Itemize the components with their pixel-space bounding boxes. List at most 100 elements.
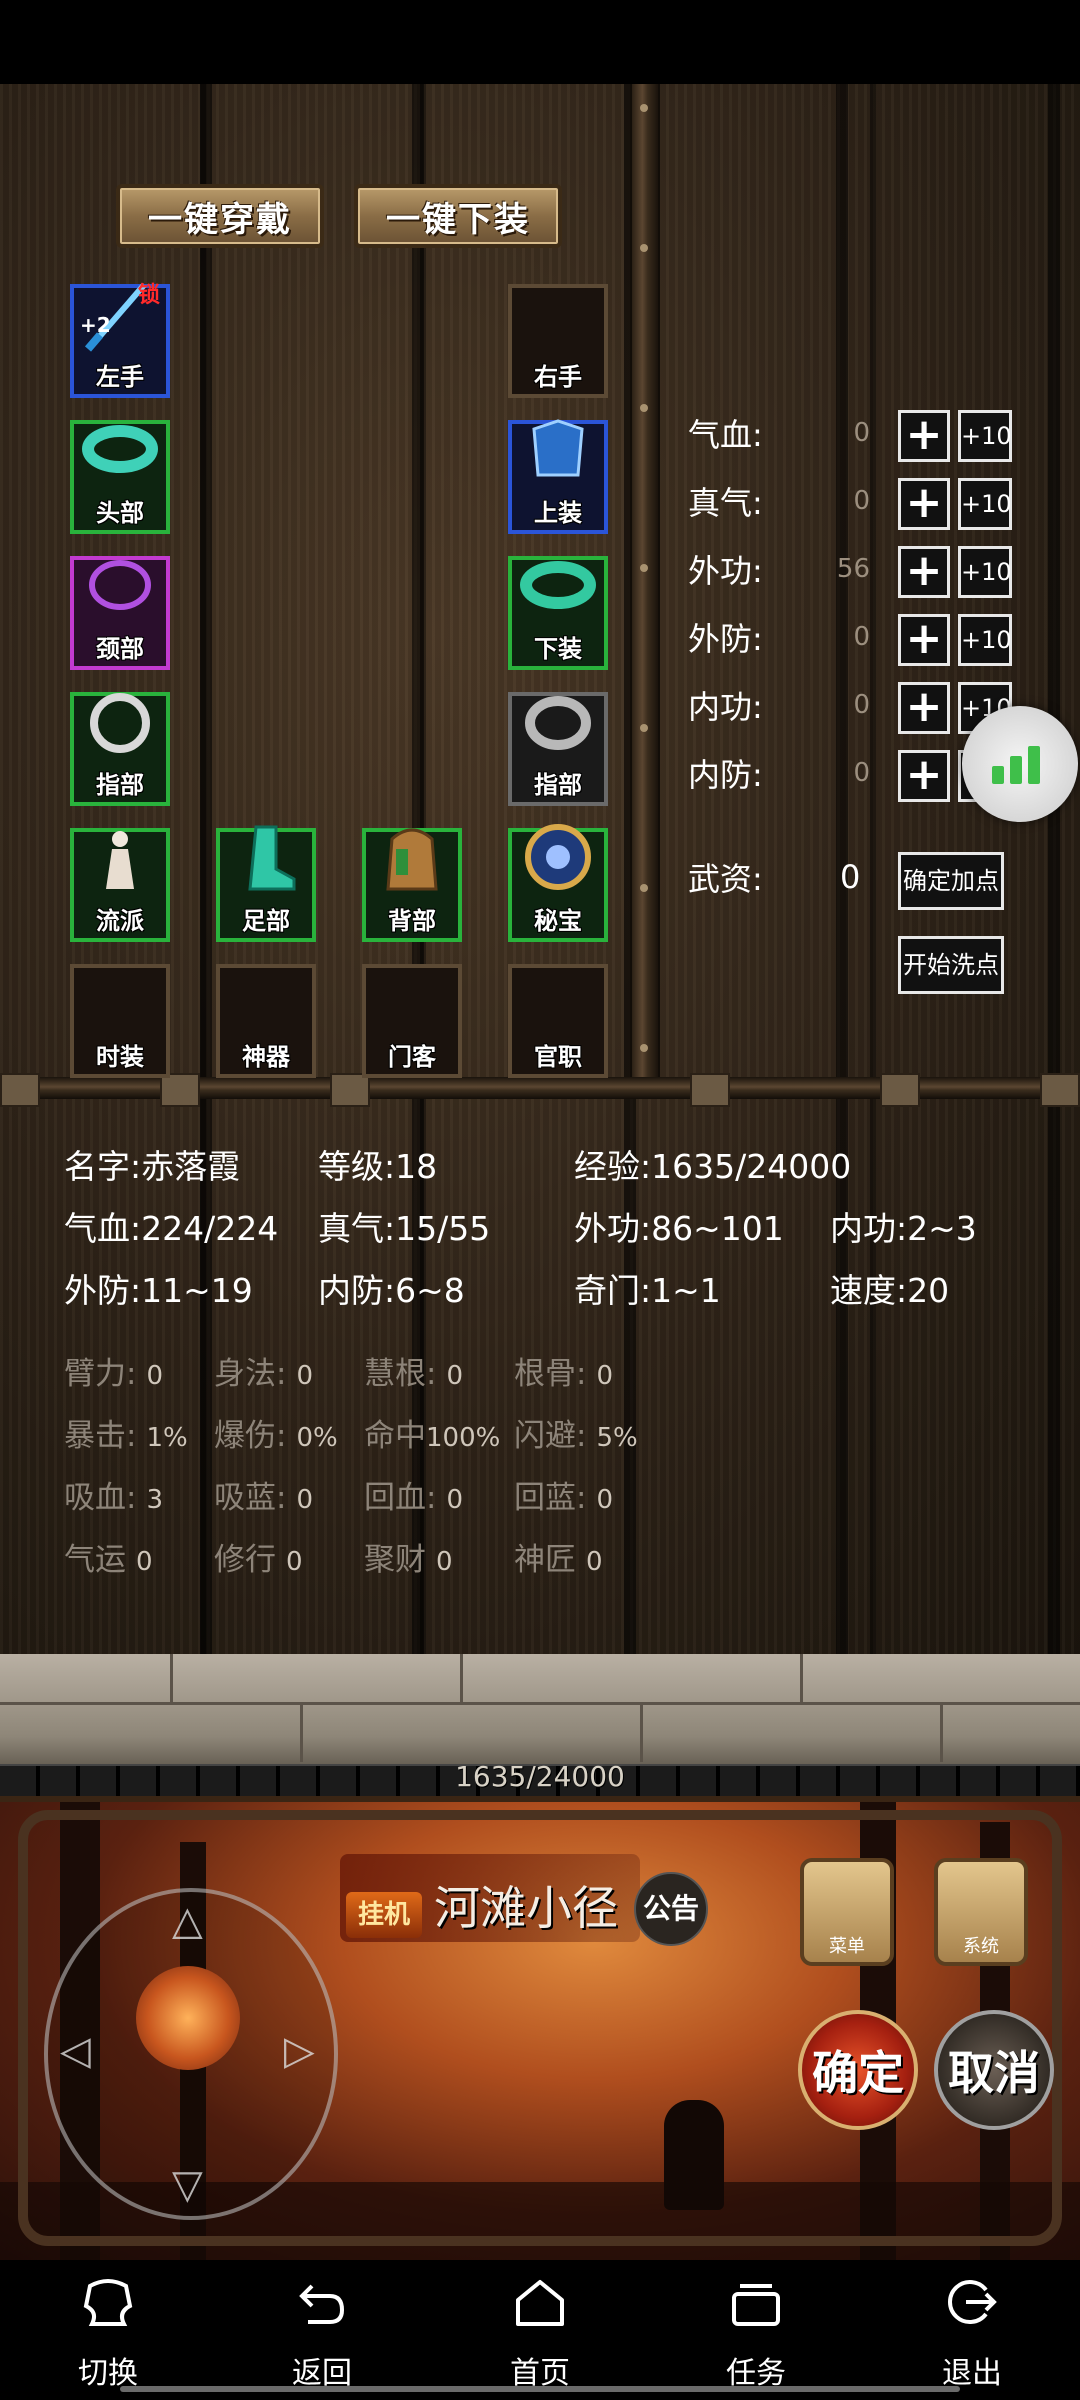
char-inner-attack: 内功:2~3 (830, 1209, 977, 1248)
slot-upper[interactable]: 上装 (508, 419, 608, 534)
notice-button[interactable]: 公告 (634, 1872, 708, 1946)
nav-back[interactable]: 返回 (252, 2272, 392, 2392)
nav-exit[interactable]: 退出 (902, 2272, 1042, 2392)
char-hp: 气血:224/224 (64, 1209, 279, 1248)
slot-label: 颈部 (96, 635, 144, 663)
treasure-icon (512, 817, 604, 901)
slot-head[interactable]: 头部 (70, 420, 170, 534)
char-speed: 速度:20 (830, 1271, 950, 1310)
joystick-knob[interactable] (136, 1966, 240, 2070)
stat-cell: 聚财 0 (364, 1542, 453, 1578)
floating-stats-button[interactable] (962, 706, 1078, 822)
menu-button-label: 菜单 (829, 1936, 865, 1957)
add-point-button[interactable]: + (898, 478, 950, 530)
add-point-button[interactable]: + (898, 546, 950, 598)
stat-cell: 臂力: 0 (64, 1356, 163, 1392)
stat-cell: 命中100% (364, 1418, 501, 1454)
slot-ring-right[interactable]: 指部 (508, 692, 608, 806)
back-icon (252, 2272, 392, 2344)
add-point-button[interactable]: + (898, 682, 950, 734)
nav-tasks[interactable]: 任务 (686, 2272, 826, 2392)
slot-lower[interactable]: 下装 (508, 556, 608, 670)
slot-label: 秘宝 (534, 907, 582, 935)
auto-battle-button[interactable]: 挂机 (346, 1892, 422, 1938)
slot-right-hand[interactable]: 右手 (508, 284, 608, 398)
char-level: 等级:18 (318, 1147, 438, 1186)
char-exp: 经验:1635/24000 (574, 1147, 852, 1186)
nav-home[interactable]: 首页 (470, 2272, 610, 2392)
add-10-button[interactable]: +10 (958, 478, 1012, 530)
slot-artifact[interactable]: 神器 (216, 964, 316, 1078)
char-inner-def: 内防:6~8 (318, 1271, 465, 1310)
status-bar (0, 0, 1080, 84)
char-name: 名字:赤落霞 (64, 1147, 241, 1186)
slot-ring-left[interactable]: 指部 (70, 692, 170, 806)
confirm-points-button[interactable]: 确定加点 (898, 852, 1004, 910)
add-point-button[interactable]: + (898, 410, 950, 462)
add-10-button[interactable]: +10 (958, 546, 1012, 598)
menu-button[interactable]: 菜单 (800, 1858, 894, 1966)
slot-label: 神器 (242, 1043, 290, 1071)
slot-foot[interactable]: 足部 (216, 825, 316, 942)
slot-school[interactable]: 流派 (70, 828, 170, 942)
slot-retainer[interactable]: 门客 (362, 964, 462, 1078)
stat-cell: 回血: 0 (364, 1480, 463, 1516)
slot-label: 上装 (534, 499, 582, 527)
boot-icon (220, 817, 312, 901)
bottom-nav: 切换 返回 首页 任务 退出 (0, 2260, 1080, 2400)
headband-icon (74, 409, 166, 493)
attr-label-outer-def: 外防: (688, 620, 763, 658)
attr-label-inner-attack: 内功: (688, 688, 763, 726)
slot-neck[interactable]: 颈部 (70, 556, 170, 670)
attr-label-inner-def: 内防: (688, 756, 763, 794)
slot-label: 流派 (96, 907, 144, 935)
stat-cell: 慧根: 0 (364, 1356, 463, 1392)
slot-fashion[interactable]: 时装 (70, 964, 170, 1078)
char-qimen: 奇门:1~1 (574, 1271, 721, 1310)
backpack-icon (366, 817, 458, 901)
confirm-button[interactable]: 确定 (798, 2010, 918, 2130)
slot-official[interactable]: 官职 (508, 964, 608, 1078)
char-outer-def: 外防:11~19 (64, 1271, 253, 1310)
arrow-left-icon: ◁ (60, 2028, 91, 2074)
stat-cell: 吸血: 3 (64, 1480, 163, 1516)
slot-back[interactable]: 背部 (362, 828, 462, 942)
system-button[interactable]: 系统 (934, 1858, 1028, 1966)
reset-points-button[interactable]: 开始洗点 (898, 936, 1004, 994)
exp-bar-text: 1635/24000 (455, 1760, 625, 1793)
slot-label: 时装 (96, 1043, 144, 1071)
stat-cell: 闪避: 5% (514, 1418, 638, 1454)
figure-icon (74, 817, 166, 901)
stat-cell: 气运 0 (64, 1542, 153, 1578)
system-button-label: 系统 (963, 1936, 999, 1957)
attr-value-outer-attack: 56 (836, 554, 870, 584)
player-character (664, 2100, 724, 2210)
arrow-right-icon: ▷ (284, 2028, 315, 2074)
attr-value-outer-def: 0 (853, 622, 870, 652)
equip-all-button[interactable]: 一键穿戴 (116, 184, 324, 248)
unequip-all-button[interactable]: 一键下装 (354, 184, 562, 248)
slot-label: 指部 (96, 771, 144, 799)
slot-label: 头部 (96, 499, 144, 527)
slot-label: 足部 (242, 907, 290, 935)
lock-badge: 锁 (137, 283, 160, 308)
slot-treasure[interactable]: 秘宝 (508, 824, 608, 942)
slot-label: 左手 (96, 363, 144, 391)
add-point-button[interactable]: + (898, 750, 950, 802)
gesture-bar (120, 2386, 960, 2392)
switch-icon (38, 2272, 178, 2344)
cancel-button[interactable]: 取消 (934, 2010, 1054, 2130)
add-10-button[interactable]: +10 (958, 410, 1012, 462)
horizontal-divider (0, 1073, 1080, 1107)
arrow-down-icon: ▽ (172, 2162, 203, 2208)
add-10-button[interactable]: +10 (958, 614, 1012, 666)
stat-cell: 神匠 0 (514, 1542, 603, 1578)
necklace-icon (74, 545, 166, 629)
signal-bars-icon (992, 766, 1004, 784)
add-point-button[interactable]: + (898, 614, 950, 666)
attr-label-qi: 真气: (688, 484, 763, 522)
home-icon (470, 2272, 610, 2344)
slot-left-hand[interactable]: 锁 +2 左手 (70, 283, 170, 398)
attr-label-hp: 气血: (688, 416, 763, 454)
nav-switch[interactable]: 切换 (38, 2272, 178, 2392)
